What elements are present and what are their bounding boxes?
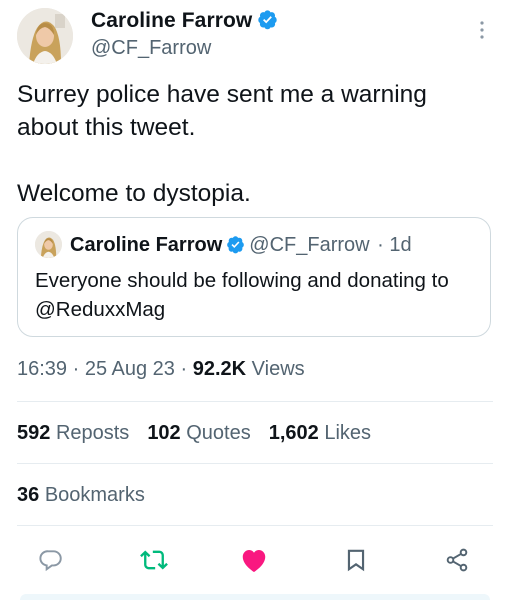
likes-count: 1,602: [268, 422, 319, 444]
views-count: 92.2K: [192, 358, 247, 380]
quoted-age: · 1d: [377, 234, 412, 256]
views-label: Views: [251, 358, 305, 380]
quoted-author-name: Caroline Farrow: [70, 234, 223, 256]
likes-label: Likes: [324, 422, 372, 444]
tweet-text-line: Welcome to dystopia.: [17, 180, 251, 207]
bookmarks-stat[interactable]: 36 Bookmarks: [17, 484, 145, 507]
quotes-label: Quotes: [186, 422, 251, 444]
share-icon[interactable]: [437, 540, 477, 580]
quotes-count: 102: [147, 422, 181, 444]
author-handle[interactable]: @CF_Farrow: [91, 37, 211, 60]
divider: [17, 463, 493, 464]
tweet-text: Surrey police have sent me a warning abo…: [17, 78, 487, 210]
reposts-label: Reposts: [55, 422, 130, 444]
tweet-time: 16:39: [17, 358, 68, 380]
engagement-stats: 592 Reposts 102 Quotes 1,602 Likes: [17, 422, 389, 445]
reposts-stat[interactable]: 592 Reposts: [17, 422, 129, 445]
likes-stat[interactable]: 1,602 Likes: [269, 422, 371, 445]
author-name[interactable]: Caroline Farrow: [91, 9, 252, 32]
tweet-date: · 25 Aug 23 ·: [72, 358, 188, 380]
action-bar: [0, 540, 510, 584]
tweet-detail: Caroline Farrow @CF_Farrow Surrey police…: [0, 0, 510, 600]
tweet-meta: 16:39 · 25 Aug 23 · 92.2K Views: [17, 358, 305, 381]
quoted-header: Caroline Farrow @CF_Farrow · 1d: [70, 234, 412, 260]
tweet-text-line: Surrey police have sent me a warning abo…: [17, 81, 427, 141]
reply-composer-edge: [20, 594, 490, 600]
bookmarks-count: 36: [17, 484, 40, 506]
reposts-count: 592: [17, 422, 51, 444]
quoted-tweet[interactable]: Caroline Farrow @CF_Farrow · 1d Everyone…: [17, 217, 491, 337]
divider: [17, 525, 493, 526]
like-icon[interactable]: [234, 540, 274, 580]
quotes-stat[interactable]: 102 Quotes: [147, 422, 250, 445]
bookmarks-label: Bookmarks: [44, 484, 145, 506]
bookmark-icon[interactable]: [336, 540, 376, 580]
quoted-author-handle: @CF_Farrow: [249, 234, 370, 256]
verified-badge-icon: [226, 235, 245, 260]
repost-icon[interactable]: [134, 540, 174, 580]
more-options-icon[interactable]: [470, 18, 494, 42]
quoted-text: Everyone should be following and donatin…: [35, 269, 449, 321]
author-name-row[interactable]: Caroline Farrow: [91, 9, 278, 36]
divider: [17, 401, 493, 402]
reply-icon[interactable]: [31, 540, 71, 580]
verified-badge-icon: [257, 9, 278, 36]
author-avatar[interactable]: [17, 8, 73, 64]
quoted-author-avatar: [35, 231, 62, 258]
